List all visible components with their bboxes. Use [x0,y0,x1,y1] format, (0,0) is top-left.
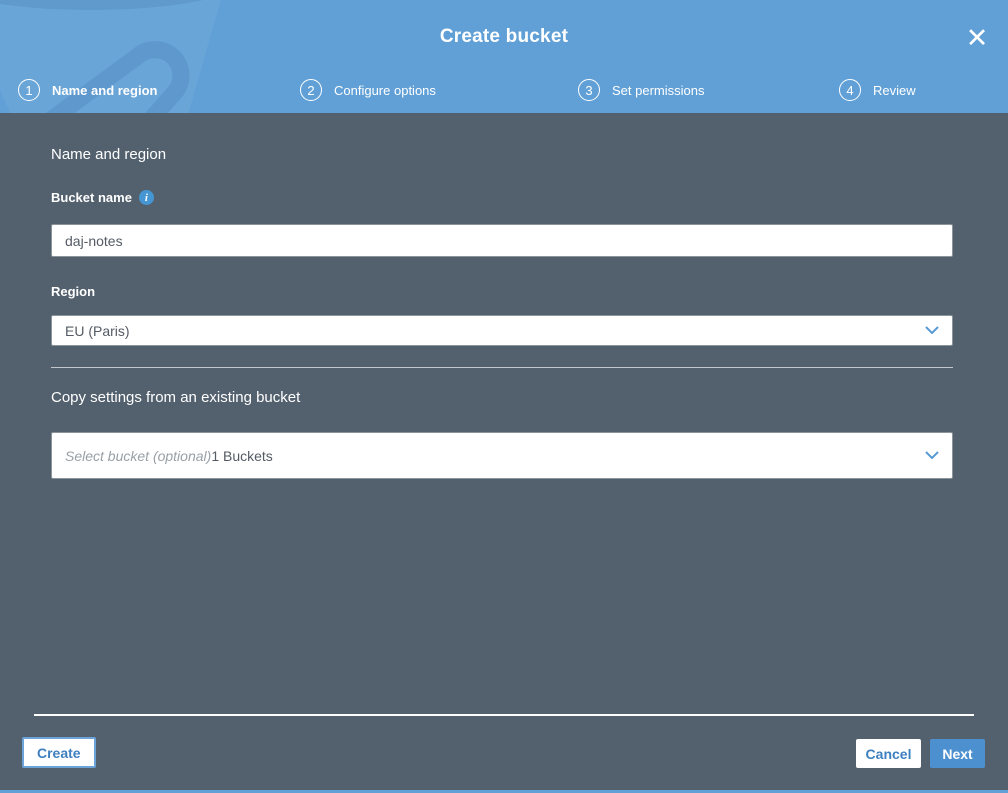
region-selected-value: EU (Paris) [65,322,130,339]
region-label: Region [51,284,95,299]
step-configure-options[interactable]: 2 Configure options [300,79,436,101]
chevron-down-icon [925,326,939,335]
copy-settings-bucket-select[interactable]: Select bucket (optional) 1 Buckets [51,432,953,479]
dialog-body: Name and region Bucket name i Region EU … [0,113,1008,793]
dialog-title: Create bucket [439,26,569,47]
chevron-down-icon [925,451,939,460]
step-3-circle: 3 [578,79,600,101]
bucket-name-label: Bucket name i [51,190,154,205]
step-review[interactable]: 4 Review [839,79,916,101]
step-4-label: Review [873,82,916,98]
step-1-circle: 1 [18,79,40,101]
create-bucket-dialog: Create bucket ✕ 1 Name and region 2 Conf… [0,0,1008,793]
cancel-button[interactable]: Cancel [856,739,921,768]
region-label-text: Region [51,284,96,299]
bucket-count-text: 1 Buckets [211,447,273,464]
step-name-and-region[interactable]: 1 Name and region [18,79,157,101]
step-1-label: Name and region [52,82,158,98]
info-icon[interactable]: i [138,190,154,205]
step-3-label: Set permissions [612,82,705,98]
section-divider [51,367,953,368]
step-2-circle: 2 [300,79,322,101]
bucket-name-input[interactable] [51,224,953,257]
bucket-select-placeholder: Select bucket (optional) [65,447,212,464]
close-icon[interactable]: ✕ [962,24,992,54]
footer-divider [34,714,974,716]
copy-settings-heading: Copy settings from an existing bucket [51,389,301,406]
step-set-permissions[interactable]: 3 Set permissions [578,79,704,101]
section-heading-name-and-region: Name and region [51,146,167,163]
region-select[interactable]: EU (Paris) [51,315,953,346]
step-2-label: Configure options [334,82,436,98]
bucket-name-label-text: Bucket name [51,190,132,205]
create-button[interactable]: Create [22,737,96,768]
next-button[interactable]: Next [930,739,985,768]
step-4-circle: 4 [839,79,861,101]
dialog-header: Create bucket ✕ 1 Name and region 2 Conf… [0,0,1008,113]
